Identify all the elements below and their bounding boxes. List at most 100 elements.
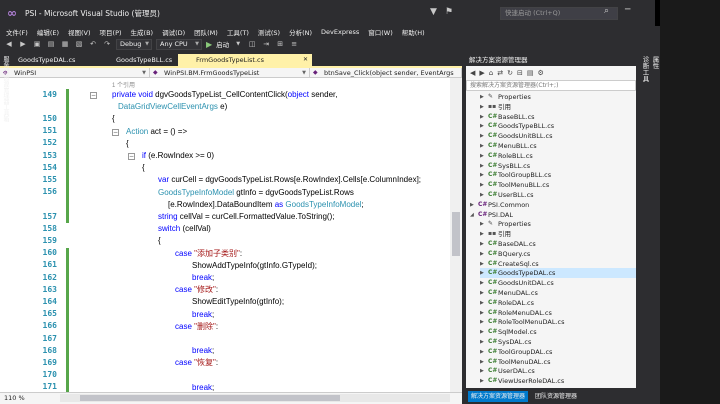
tree-item[interactable]: ▶ C# ToolGroupDAL.cs — [480, 347, 636, 357]
redo-icon[interactable]: ↷ — [102, 40, 112, 48]
expand-arrow-icon[interactable]: ▶ — [480, 131, 488, 141]
expand-arrow-icon[interactable]: ▶ — [480, 112, 488, 122]
filter-icon[interactable]: ▼ — [430, 7, 437, 17]
start-button[interactable]: 启动 — [216, 39, 229, 49]
menu-item[interactable]: 生成(B) — [131, 27, 154, 37]
tree-item[interactable]: ▶ C# ViewUserRoleDAL.cs — [480, 376, 636, 386]
tree-item[interactable]: ▶ C# ToolGroupBLL.cs — [480, 170, 636, 180]
code-line[interactable]: ShowEditTypeInfo(gtInfo); — [192, 297, 284, 307]
doc-tab[interactable]: FrmGoodsTypeList.cs ✕ — [178, 54, 312, 66]
expand-arrow-icon[interactable]: ▶ — [480, 239, 488, 249]
menu-item[interactable]: 调试(D) — [162, 27, 185, 37]
expand-arrow-icon[interactable]: ▶ — [480, 92, 488, 102]
doc-tab[interactable]: GoodsTypeBLL.cs — [98, 54, 178, 66]
dropdown-icon[interactable]: ▼ — [233, 41, 243, 47]
menu-item[interactable]: 测试(S) — [258, 27, 280, 37]
menu-item[interactable]: 分析(N) — [289, 27, 312, 37]
minimize-icon[interactable]: ─ — [625, 5, 630, 15]
expand-arrow-icon[interactable]: ▶ — [480, 161, 488, 171]
rail-tab[interactable]: 工具箱 — [1, 104, 10, 122]
bookmark-icon[interactable]: ⊞ — [275, 40, 285, 48]
rail-tab[interactable]: 诊断工具 — [640, 56, 650, 82]
zoom-level[interactable]: 110 % — [4, 394, 25, 402]
tree-item[interactable]: ▶ C# RoleToolMenuDAL.cs — [480, 317, 636, 327]
code-line[interactable]: private void dgvGoodsTypeList_CellConten… — [112, 90, 337, 100]
tree-item[interactable]: ▶ C# BaseBLL.cs — [480, 112, 636, 122]
code-line[interactable]: break; — [192, 310, 214, 320]
tree-item[interactable]: ▶ C# SysBLL.cs — [480, 161, 636, 171]
tree-item[interactable]: ▶ C# BaseDAL.cs — [480, 239, 636, 249]
save-icon[interactable]: ▦ — [60, 40, 70, 48]
code-line[interactable]: ShowAddTypeInfo(gtInfo.GTypeId); — [192, 261, 317, 271]
expand-arrow-icon[interactable]: ◢ — [470, 210, 478, 220]
tree-item[interactable]: ▶ C# GoodsUnitBLL.cs — [480, 131, 636, 141]
code-line[interactable]: case "添加子类别": — [175, 249, 242, 259]
tree-item[interactable]: ▶ C# MenuDAL.cs — [480, 288, 636, 298]
code-line[interactable]: { — [126, 139, 129, 149]
platform-select[interactable]: Any CPU ▼ — [156, 38, 202, 50]
code-line[interactable]: break; — [192, 383, 214, 392]
menu-item[interactable]: 视图(V) — [68, 27, 91, 37]
expand-arrow-icon[interactable]: ▶ — [480, 141, 488, 151]
expand-arrow-icon[interactable]: ▶ — [480, 259, 488, 269]
code-line[interactable]: { — [112, 114, 115, 124]
code-line[interactable]: break; — [192, 346, 214, 356]
menu-item[interactable]: DevExpress — [321, 28, 359, 36]
menu-item[interactable]: 窗口(W) — [368, 27, 393, 37]
tree-item[interactable]: ▶ C# MenuBLL.cs — [480, 141, 636, 151]
menu-item[interactable]: 工具(T) — [227, 27, 249, 37]
expand-arrow-icon[interactable]: ▶ — [480, 357, 488, 367]
undo-icon[interactable]: ↶ — [88, 40, 98, 48]
expand-arrow-icon[interactable]: ▶ — [480, 219, 488, 229]
new-project-icon[interactable]: ▣ — [32, 40, 42, 48]
search-icon[interactable]: ⌕ — [604, 6, 609, 16]
menu-item[interactable]: 团队(M) — [194, 27, 218, 37]
comment-icon[interactable]: ≡ — [289, 40, 299, 48]
tree-item[interactable]: ▶ C# RoleBLL.cs — [480, 151, 636, 161]
doc-tab[interactable]: GoodsTypeDAL.cs — [0, 54, 98, 66]
expand-arrow-icon[interactable]: ▶ — [470, 200, 478, 210]
start-icon[interactable]: ▶ — [206, 40, 212, 49]
collapse-toggle-icon[interactable]: − — [128, 153, 135, 160]
expand-arrow-icon[interactable]: ▶ — [480, 347, 488, 357]
collapse-toggle-icon[interactable]: − — [112, 128, 119, 136]
expand-arrow-icon[interactable]: ▶ — [480, 308, 488, 318]
tree-item[interactable]: ▶ ▪▪ 引用 — [480, 102, 636, 112]
back-icon[interactable]: ◀ — [470, 69, 475, 77]
tree-item[interactable]: ▶ C# SysDAL.cs — [480, 337, 636, 347]
tree-item[interactable]: ▶ C# ToolMenuDAL.cs — [480, 357, 636, 367]
vertical-scrollbar-thumb[interactable] — [452, 212, 460, 256]
back-icon[interactable]: ◀ — [4, 40, 14, 48]
show-all-files-icon[interactable]: ▤ — [527, 69, 534, 77]
tree-item[interactable]: ◢ C# PSI.DAL — [470, 210, 636, 220]
code-line[interactable]: if (e.RowIndex >= 0) — [142, 151, 214, 161]
expand-arrow-icon[interactable]: ▶ — [480, 317, 488, 327]
code-line[interactable]: { — [142, 163, 145, 173]
configuration-select[interactable]: Debug ▼ — [116, 38, 152, 50]
tree-item[interactable]: ▶ C# CreateSql.cs — [480, 259, 636, 269]
tree-item[interactable]: ▶ ✎ Properties — [480, 219, 636, 229]
save-all-icon[interactable]: ▧ — [74, 40, 84, 48]
menu-item[interactable]: 编辑(E) — [37, 27, 59, 37]
collapse-all-icon[interactable]: ⊟ — [517, 69, 523, 77]
code-line[interactable]: Action act = () => — [126, 127, 187, 137]
member-dropdown[interactable]: ◆ btnSave_Click(object sender, EventArgs … — [310, 68, 462, 78]
step-icon[interactable]: ⇥ — [261, 40, 271, 48]
code-line[interactable]: case "修改": — [175, 285, 218, 295]
expand-arrow-icon[interactable]: ▶ — [480, 249, 488, 259]
expand-arrow-icon[interactable]: ▶ — [480, 327, 488, 337]
code-line[interactable]: switch (cellVal) — [158, 224, 211, 234]
tree-item[interactable]: ▶ C# GoodsTypeDAL.cs — [480, 268, 636, 279]
expand-arrow-icon[interactable]: ▶ — [480, 229, 488, 239]
menu-item[interactable]: 帮助(H) — [402, 27, 425, 37]
code-line[interactable]: string cellVal = curCell.FormattedValue.… — [158, 212, 334, 222]
code-line[interactable]: DataGridViewCellEventArgs e) — [118, 102, 227, 112]
tree-item[interactable]: ▶ C# GoodsUnitDAL.cs — [480, 278, 636, 288]
expand-arrow-icon[interactable]: ▶ — [480, 288, 488, 298]
tree-item[interactable]: ▶ C# SqlModel.cs — [480, 327, 636, 337]
expand-arrow-icon[interactable]: ▶ — [480, 376, 488, 386]
class-dropdown[interactable]: ◆ WinPSI.BM.FrmGoodsTypeList ▼ — [150, 68, 310, 78]
code-line[interactable]: case "恢复": — [175, 358, 218, 368]
rail-tab[interactable]: 属性 — [650, 56, 660, 69]
menu-item[interactable]: 文件(F) — [6, 27, 28, 37]
